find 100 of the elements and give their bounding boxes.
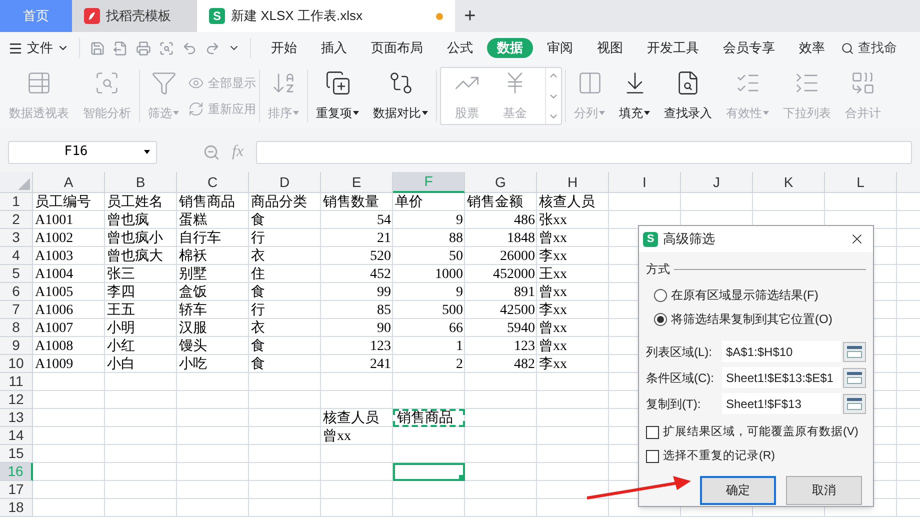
ribbon-tab[interactable]: 效率 bbox=[789, 38, 835, 58]
document-tab[interactable]: 找稻壳模板 bbox=[72, 0, 197, 32]
cell-text: 食 bbox=[250, 356, 266, 372]
save-icon[interactable] bbox=[90, 40, 105, 56]
row-header[interactable]: 2 bbox=[0, 211, 33, 229]
row-header[interactable]: 1 bbox=[0, 193, 33, 211]
column-header[interactable]: G bbox=[465, 172, 537, 193]
ribbon-button[interactable]: 查找录入 bbox=[659, 70, 717, 122]
range-field[interactable]: Sheet1!$F$13 bbox=[722, 393, 842, 414]
ribbon-tab[interactable]: 视图 bbox=[587, 38, 633, 58]
column-header[interactable]: K bbox=[753, 172, 825, 193]
range-picker-icon[interactable] bbox=[843, 342, 866, 362]
column-header[interactable]: L bbox=[825, 172, 897, 193]
cell-text: 别墅 bbox=[178, 266, 208, 282]
column-header[interactable]: C bbox=[177, 172, 249, 193]
document-tab[interactable]: S 新建 XLSX 工作表.xlsx bbox=[197, 0, 455, 32]
cell-text: 26000 bbox=[499, 248, 536, 264]
cell-text: 张三 bbox=[106, 266, 136, 282]
export-icon[interactable] bbox=[113, 40, 128, 56]
row-header[interactable]: 6 bbox=[0, 283, 33, 301]
ribbon-tab[interactable]: 会员专享 bbox=[713, 38, 785, 58]
columns-icon bbox=[576, 70, 602, 96]
ribbon-button[interactable]: 数据对比 bbox=[368, 70, 433, 122]
row-header[interactable]: 3 bbox=[0, 229, 33, 247]
print-preview-icon[interactable] bbox=[159, 40, 174, 56]
row-header[interactable]: 9 bbox=[0, 337, 33, 355]
row-header[interactable]: 13 bbox=[0, 409, 33, 427]
formula-input[interactable] bbox=[256, 140, 912, 164]
undo-icon[interactable] bbox=[182, 40, 197, 56]
dialog-button[interactable]: 取消 bbox=[786, 476, 862, 504]
tab-label: 新建 XLSX 工作表.xlsx bbox=[231, 7, 362, 26]
row-header[interactable]: 12 bbox=[0, 391, 33, 409]
select-all-corner[interactable] bbox=[0, 172, 33, 193]
checkbox[interactable] bbox=[646, 450, 659, 464]
cell-text: A1007 bbox=[34, 320, 74, 336]
ribbon-tab[interactable]: 开始 bbox=[261, 38, 307, 58]
checkbox[interactable] bbox=[646, 426, 659, 440]
radio-button[interactable] bbox=[654, 288, 667, 302]
filter-icon bbox=[150, 70, 176, 96]
active-cell[interactable] bbox=[393, 463, 465, 481]
row-header[interactable]: 15 bbox=[0, 445, 33, 463]
column-header[interactable]: D bbox=[249, 172, 321, 193]
zoom-icon[interactable] bbox=[203, 144, 220, 160]
column-header[interactable]: J bbox=[681, 172, 753, 193]
cell-text: 123 bbox=[513, 338, 536, 354]
cell-text: 曾也疯 bbox=[106, 212, 150, 228]
row-header[interactable]: 17 bbox=[0, 481, 33, 499]
ribbon-tab[interactable]: 公式 bbox=[437, 38, 483, 58]
range-field[interactable]: $A$1:$H$10 bbox=[722, 341, 842, 362]
print-icon[interactable] bbox=[136, 40, 151, 56]
cell-text: 王五 bbox=[106, 302, 136, 318]
column-header[interactable]: H bbox=[537, 172, 609, 193]
tab-label: 找稻壳模板 bbox=[106, 7, 171, 26]
range-field[interactable]: Sheet1!$E$13:$E$1 bbox=[722, 367, 842, 388]
cell-text: 住 bbox=[250, 266, 266, 282]
radio-option[interactable]: 将筛选结果复制到其它位置(O) bbox=[654, 310, 866, 328]
file-menu[interactable]: 文件 bbox=[8, 38, 77, 58]
cell-text: 食 bbox=[250, 212, 266, 228]
checkbox-option[interactable]: 选择不重复的记录(R) bbox=[646, 448, 866, 466]
command-search[interactable]: 查找命 bbox=[841, 38, 897, 58]
cell-text: 66 bbox=[448, 320, 464, 336]
row-header[interactable]: 5 bbox=[0, 265, 33, 283]
cell-text: A1008 bbox=[34, 338, 74, 354]
ribbon-tab[interactable]: 插入 bbox=[311, 38, 357, 58]
row-header[interactable]: 8 bbox=[0, 319, 33, 337]
row-header[interactable]: 11 bbox=[0, 373, 33, 391]
ribbon-button[interactable]: 重复项 bbox=[311, 70, 364, 122]
row-header[interactable]: 4 bbox=[0, 247, 33, 265]
row-header[interactable]: 10 bbox=[0, 355, 33, 373]
column-header[interactable]: E bbox=[321, 172, 393, 193]
row-header[interactable]: 14 bbox=[0, 427, 33, 445]
column-header[interactable]: I bbox=[609, 172, 681, 193]
ribbon-tab[interactable]: 审阅 bbox=[537, 38, 583, 58]
ribbon-label: 筛选 bbox=[148, 104, 179, 122]
row-header[interactable]: 18 bbox=[0, 499, 33, 517]
ribbon-label: 智能分析 bbox=[83, 105, 131, 122]
new-tab-button[interactable]: + bbox=[455, 0, 485, 32]
range-picker-icon[interactable] bbox=[843, 368, 866, 388]
cell-text: A1003 bbox=[34, 248, 74, 264]
caret-icon bbox=[293, 111, 299, 115]
ribbon-button[interactable]: 填充 bbox=[614, 70, 655, 122]
checkbox-option[interactable]: 扩展结果区域，可能覆盖原有数据(V) bbox=[646, 424, 866, 442]
column-header[interactable]: B bbox=[105, 172, 177, 193]
row-header[interactable]: 7 bbox=[0, 301, 33, 319]
cell-text: 曾xx bbox=[538, 338, 568, 354]
cell-text: 486 bbox=[513, 212, 536, 228]
dialog-button[interactable]: 确定 bbox=[700, 476, 776, 504]
ribbon-tab[interactable]: 开发工具 bbox=[637, 38, 709, 58]
ribbon-tab[interactable]: 页面布局 bbox=[361, 38, 433, 58]
range-picker-icon[interactable] bbox=[843, 394, 866, 414]
tab-label: 首页 bbox=[23, 7, 49, 26]
column-header[interactable]: A bbox=[33, 172, 105, 193]
caret-icon bbox=[644, 111, 650, 115]
redo-icon[interactable] bbox=[205, 40, 220, 56]
option-label: 扩展结果区域，可能覆盖原有数据(V) bbox=[663, 424, 858, 440]
name-box[interactable]: F16 bbox=[8, 140, 157, 164]
radio-button[interactable] bbox=[654, 312, 667, 326]
radio-option[interactable]: 在原有区域显示筛选结果(F) bbox=[654, 286, 866, 304]
cell-text: 241 bbox=[369, 356, 392, 372]
leaf-logo bbox=[84, 8, 100, 24]
